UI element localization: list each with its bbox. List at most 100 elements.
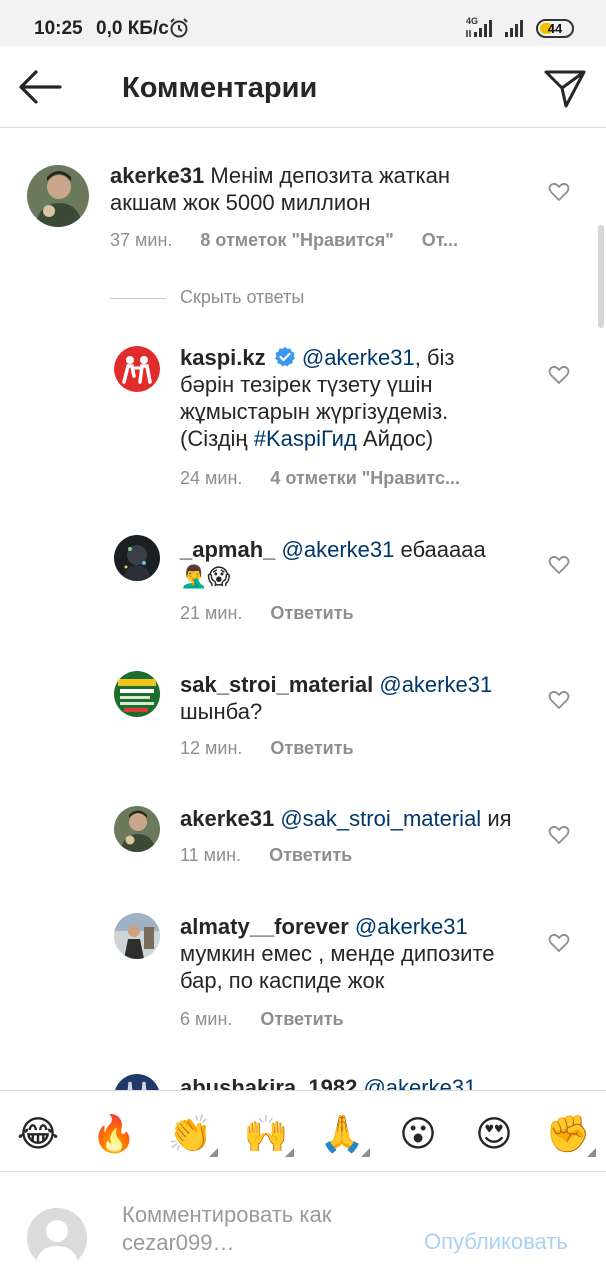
heart-icon[interactable] (548, 555, 570, 575)
comment-time: 37 мин. (110, 230, 173, 250)
avatar-almaty-forever[interactable] (114, 913, 160, 959)
skin-tone-indicator (361, 1148, 370, 1157)
comment-meta: 37 мин. 8 отметок "Нравится" От... (110, 230, 458, 251)
scrollbar[interactable] (598, 225, 604, 328)
emoji-surprised[interactable]: 😮 (390, 1111, 446, 1157)
status-bar: 10:25 0,0 КБ/с 4G 44 (0, 0, 606, 46)
reply-meta: 6 мин. Ответить (180, 1009, 344, 1030)
reply-username[interactable]: _apmah_ (180, 537, 275, 562)
emoji-glyph: ✊ (545, 1113, 591, 1154)
reply-username[interactable]: kaspi.kz (180, 345, 266, 370)
reply-body: abushakira_1982 @akerke31 (180, 1074, 540, 1090)
comment-input[interactable]: Комментировать как cezar099… (122, 1201, 392, 1261)
skin-tone-indicator (587, 1148, 596, 1157)
reply-time: 21 мин. (180, 603, 243, 623)
reply-username[interactable]: almaty__forever (180, 914, 349, 939)
avatar-photo (114, 1074, 160, 1090)
heart-icon[interactable] (548, 690, 570, 710)
avatar-photo (114, 535, 160, 581)
emoji-quick-bar: 😂 🔥 👏 🙌 🙏 😮 😍 ✊ (0, 1090, 606, 1172)
reply-meta: 21 мин. Ответить (180, 603, 354, 624)
reply-button[interactable]: От... (422, 230, 458, 250)
emoji-glyph: 🙏 (319, 1113, 365, 1154)
heart-icon[interactable] (548, 182, 570, 202)
avatar-abushakira[interactable] (114, 1074, 160, 1090)
emoji-fist[interactable]: ✊ (540, 1111, 596, 1157)
verified-badge-icon (274, 347, 295, 367)
avatar-photo (114, 806, 160, 852)
signal-strength-icon-sim2 (505, 20, 523, 37)
emoji-glyph: 🔥 (91, 1113, 137, 1154)
avatar-akerke31[interactable] (114, 806, 160, 852)
reply-mention[interactable]: @akerke31 (302, 345, 415, 370)
avatar-kaspi[interactable] (114, 346, 160, 392)
avatar-apmah[interactable] (114, 535, 160, 581)
reply-abushakira-partial: abushakira_1982 @akerke31 (0, 1064, 606, 1090)
status-time: 10:25 (34, 18, 83, 39)
reply-likes[interactable]: 4 отметки "Нравитс... (270, 468, 460, 488)
reply-body: sak_stroi_material @akerke31 шынба? (180, 671, 510, 725)
avatar-photo (114, 671, 160, 717)
reply-mention[interactable]: @akerke31 (355, 914, 468, 939)
reply-mention[interactable]: @akerke31 (282, 537, 395, 562)
emoji-pray[interactable]: 🙏 (314, 1111, 370, 1157)
avatar-photo (27, 165, 89, 227)
battery-level: 44 (547, 21, 563, 36)
emoji-glyph: 😮 (399, 1113, 437, 1154)
emoji-heart-eyes[interactable]: 😍 (466, 1111, 522, 1157)
reply-time: 11 мин. (180, 845, 242, 865)
post-button[interactable]: Опубликовать (424, 1229, 568, 1255)
divider-line (110, 298, 166, 299)
reply-username[interactable]: abushakira_1982 (180, 1075, 357, 1090)
reply-body: kaspi.kz @akerke31, біз бәрін тезірек тү… (180, 344, 510, 452)
reply-meta: 12 мин. Ответить (180, 738, 354, 759)
default-avatar-icon (27, 1208, 87, 1268)
heart-icon[interactable] (548, 933, 570, 953)
emoji-glyph: 🙌 (243, 1113, 289, 1154)
reply-username[interactable]: sak_stroi_material (180, 672, 373, 697)
comment-likes[interactable]: 8 отметок "Нравится" (200, 230, 393, 250)
heart-icon[interactable] (548, 825, 570, 845)
emoji-raised-hands[interactable]: 🙌 (238, 1111, 294, 1157)
reply-username[interactable]: akerke31 (180, 806, 274, 831)
reply-button[interactable]: Ответить (269, 845, 352, 865)
avatar-photo (114, 913, 160, 959)
emoji-glyph: 😂 (16, 1113, 60, 1154)
reply-text: ия (481, 806, 512, 831)
battery-icon: 44 (536, 19, 574, 38)
emoji-laughing[interactable]: 😂 (10, 1111, 66, 1157)
reply-time: 12 мин. (180, 738, 243, 758)
avatar-sak-stroi-material[interactable] (114, 671, 160, 717)
reply-body: almaty__forever @akerke31 мумкин емес , … (180, 913, 530, 994)
reply-hashtag[interactable]: #KaspiГид (254, 426, 357, 451)
kaspi-logo (114, 346, 160, 392)
reply-button[interactable]: Ответить (270, 603, 353, 623)
page-title: Комментарии (122, 72, 318, 104)
reply-time: 24 мин. (180, 468, 243, 488)
reply-body: _apmah_ @akerke31 ебааааа 🤦‍♂️😱 (180, 536, 510, 590)
emoji-glyph: 👏 (167, 1113, 213, 1154)
network-speed: 0,0 КБ/с (96, 18, 169, 39)
reply-button[interactable]: Ответить (270, 738, 353, 758)
reply-body: akerke31 @sak_stroi_material ия (180, 805, 550, 832)
hide-replies-label: Скрыть ответы (180, 287, 305, 307)
comment-composer: Комментировать как cezar099… Опубликоват… (0, 1173, 606, 1280)
skin-tone-indicator (285, 1148, 294, 1157)
avatar-akerke31[interactable] (27, 165, 89, 227)
reply-text: мумкин емес , менде дипозите бар, по кас… (180, 941, 495, 993)
reply-mention[interactable]: @sak_stroi_material (280, 806, 481, 831)
emoji-fire[interactable]: 🔥 (86, 1111, 142, 1157)
paper-plane-icon[interactable] (540, 64, 588, 110)
comment-username[interactable]: akerke31 (110, 163, 204, 188)
reply-time: 6 мин. (180, 1009, 233, 1029)
reply-mention[interactable]: @akerke31 (363, 1075, 476, 1090)
comment-body: akerke31 Менім депозита жаткан акшам жок… (110, 162, 500, 216)
emoji-glyph: 😍 (475, 1113, 513, 1154)
emoji-clap[interactable]: 👏 (162, 1111, 218, 1157)
signal-strength-icon-sim1 (466, 20, 492, 37)
heart-icon[interactable] (548, 365, 570, 385)
reply-meta: 24 мин. 4 отметки "Нравитс... (180, 468, 460, 489)
reply-button[interactable]: Ответить (260, 1009, 343, 1029)
back-arrow-icon[interactable] (14, 66, 66, 108)
reply-mention[interactable]: @akerke31 (379, 672, 492, 697)
